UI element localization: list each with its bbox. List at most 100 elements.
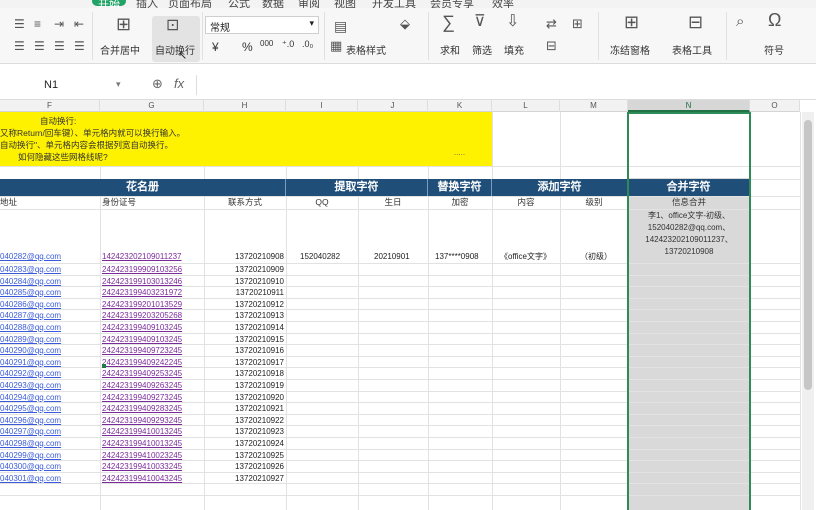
menu-item-efficiency[interactable]: 效率: [492, 0, 514, 8]
row-id[interactable]: 242423199409263245: [102, 380, 182, 391]
first-row-birthday[interactable]: 20210901: [374, 251, 410, 262]
row-id[interactable]: 242423199409273245: [102, 392, 182, 403]
row-phone[interactable]: 13720210909: [228, 264, 284, 275]
row-phone[interactable]: 13720210915: [228, 334, 284, 345]
menu-item-view[interactable]: 视图: [334, 0, 356, 8]
row-email[interactable]: 040298@qq.com: [0, 438, 61, 449]
find-icon[interactable]: ⌕: [736, 14, 744, 30]
first-row-level[interactable]: （初级）: [580, 251, 612, 262]
col-header-i[interactable]: I: [286, 100, 358, 112]
row-phone[interactable]: 13720210912: [228, 299, 284, 310]
row-email[interactable]: 040299@qq.com: [0, 450, 61, 461]
row-email[interactable]: 040295@qq.com: [0, 403, 61, 414]
row-email[interactable]: 040283@qq.com: [0, 264, 61, 275]
rows-cols-icon[interactable]: ⊞: [572, 16, 583, 32]
justify-icon[interactable]: ☰: [74, 38, 85, 54]
row-id[interactable]: 242423199410013245: [102, 438, 182, 449]
row-phone[interactable]: 13720210926: [228, 461, 284, 472]
symbol-button[interactable]: 符号: [764, 42, 784, 57]
row-phone[interactable]: 13720210920: [228, 392, 284, 403]
align-right-icon[interactable]: ☰: [54, 38, 65, 54]
table-tools-button[interactable]: 表格工具: [672, 42, 712, 57]
first-row-encrypted[interactable]: 137****0908: [435, 251, 479, 262]
worksheet-icon[interactable]: ⊟: [546, 38, 557, 54]
row-id[interactable]: 242423199410023245: [102, 450, 182, 461]
row-email[interactable]: 040296@qq.com: [0, 415, 61, 426]
row-phone[interactable]: 13720210910: [228, 276, 284, 287]
col-header-o[interactable]: O: [750, 100, 800, 112]
menu-item-data[interactable]: 数据: [262, 0, 284, 8]
row-email[interactable]: 040300@qq.com: [0, 461, 61, 472]
merge-center-icon[interactable]: ⊞: [116, 15, 131, 33]
col-header-j[interactable]: J: [358, 100, 428, 112]
row-email[interactable]: 040288@qq.com: [0, 322, 61, 333]
row-phone[interactable]: 13720210917: [228, 357, 284, 368]
row-email[interactable]: 040294@qq.com: [0, 392, 61, 403]
formula-input[interactable]: [196, 75, 806, 95]
row-id[interactable]: 242423199203205268: [102, 310, 182, 321]
increase-decimal-icon[interactable]: ⁺.0: [282, 39, 294, 50]
row-phone[interactable]: 13720210923: [228, 426, 284, 437]
row-id[interactable]: 242423199410033245: [102, 461, 182, 472]
align-middle-icon[interactable]: ≡: [34, 16, 41, 32]
menu-item-developer[interactable]: 开发工具: [372, 0, 416, 8]
row-id[interactable]: 242423199410013245: [102, 426, 182, 437]
filter-button[interactable]: 筛选: [472, 42, 492, 57]
fill-handle[interactable]: [102, 364, 106, 368]
indent-icon[interactable]: ⇥: [54, 16, 64, 32]
menu-item-review[interactable]: 审阅: [298, 0, 320, 8]
col-header-g[interactable]: G: [100, 100, 204, 112]
thousands-button[interactable]: 000: [260, 39, 273, 48]
first-row-email[interactable]: 040282@qq.com: [0, 251, 61, 262]
align-left-icon[interactable]: ☰: [14, 38, 25, 54]
row-id[interactable]: 242423199410043245: [102, 473, 182, 484]
row-email[interactable]: 040287@qq.com: [0, 310, 61, 321]
row-email[interactable]: 040301@qq.com: [0, 473, 61, 484]
row-phone[interactable]: 13720210924: [228, 438, 284, 449]
row-phone[interactable]: 13720210919: [228, 380, 284, 391]
col-header-f[interactable]: F: [0, 100, 100, 112]
menu-item-page-layout[interactable]: 页面布局: [168, 0, 212, 8]
row-email[interactable]: 040293@qq.com: [0, 380, 61, 391]
row-email[interactable]: 040290@qq.com: [0, 345, 61, 356]
outdent-icon[interactable]: ⇤: [74, 16, 84, 32]
row-email[interactable]: 040284@qq.com: [0, 276, 61, 287]
format-icon[interactable]: ⇄: [546, 16, 557, 32]
first-row-id[interactable]: 142423202109011237: [102, 251, 182, 262]
conditional-format-icon[interactable]: ▤: [334, 18, 347, 34]
cell-style-icon[interactable]: ⬙: [400, 16, 410, 32]
merge-center-button[interactable]: 合并居中: [100, 42, 140, 57]
row-id[interactable]: 242423199409103245: [102, 334, 182, 345]
sum-button[interactable]: 求和: [440, 42, 460, 57]
table-style-button[interactable]: 表格样式: [346, 42, 386, 57]
spreadsheet-grid[interactable]: F G H I J K L M N O 自动换行: 又称Return/回车键）、…: [0, 100, 816, 510]
decrease-decimal-icon[interactable]: .0₀: [302, 39, 313, 49]
col-header-n[interactable]: N: [628, 100, 750, 112]
row-id[interactable]: 242423199409242245: [102, 357, 182, 368]
row-id[interactable]: 242423199201013529: [102, 299, 182, 310]
row-id[interactable]: 242423199409723245: [102, 345, 182, 356]
col-header-m[interactable]: M: [560, 100, 628, 112]
align-top-icon[interactable]: ☰: [14, 16, 25, 32]
name-box[interactable]: N1: [10, 76, 130, 96]
percent-button[interactable]: %: [242, 40, 253, 54]
row-email[interactable]: 040291@qq.com: [0, 357, 61, 368]
first-row-phone[interactable]: 13720210908: [228, 251, 284, 262]
row-id[interactable]: 242423199409293245: [102, 415, 182, 426]
zoom-icon[interactable]: ⊕: [152, 76, 163, 92]
sort-icon[interactable]: ⇩: [506, 14, 519, 30]
row-email[interactable]: 040297@qq.com: [0, 426, 61, 437]
first-row-content[interactable]: 《office文字》: [500, 251, 551, 262]
vertical-scrollbar-thumb[interactable]: [804, 120, 812, 390]
row-email[interactable]: 040285@qq.com: [0, 287, 61, 298]
menu-item-insert[interactable]: 插入: [136, 0, 158, 8]
first-row-qq[interactable]: 152040282: [300, 251, 340, 262]
col-header-h[interactable]: H: [204, 100, 286, 112]
row-phone[interactable]: 13720210918: [228, 368, 284, 379]
row-email[interactable]: 040286@qq.com: [0, 299, 61, 310]
fx-icon[interactable]: fx: [174, 76, 184, 91]
align-center-icon[interactable]: ☰: [34, 38, 45, 54]
menu-item-member[interactable]: 会员专享: [430, 0, 474, 8]
row-phone[interactable]: 13720210914: [228, 322, 284, 333]
row-id[interactable]: 242423199409283245: [102, 403, 182, 414]
